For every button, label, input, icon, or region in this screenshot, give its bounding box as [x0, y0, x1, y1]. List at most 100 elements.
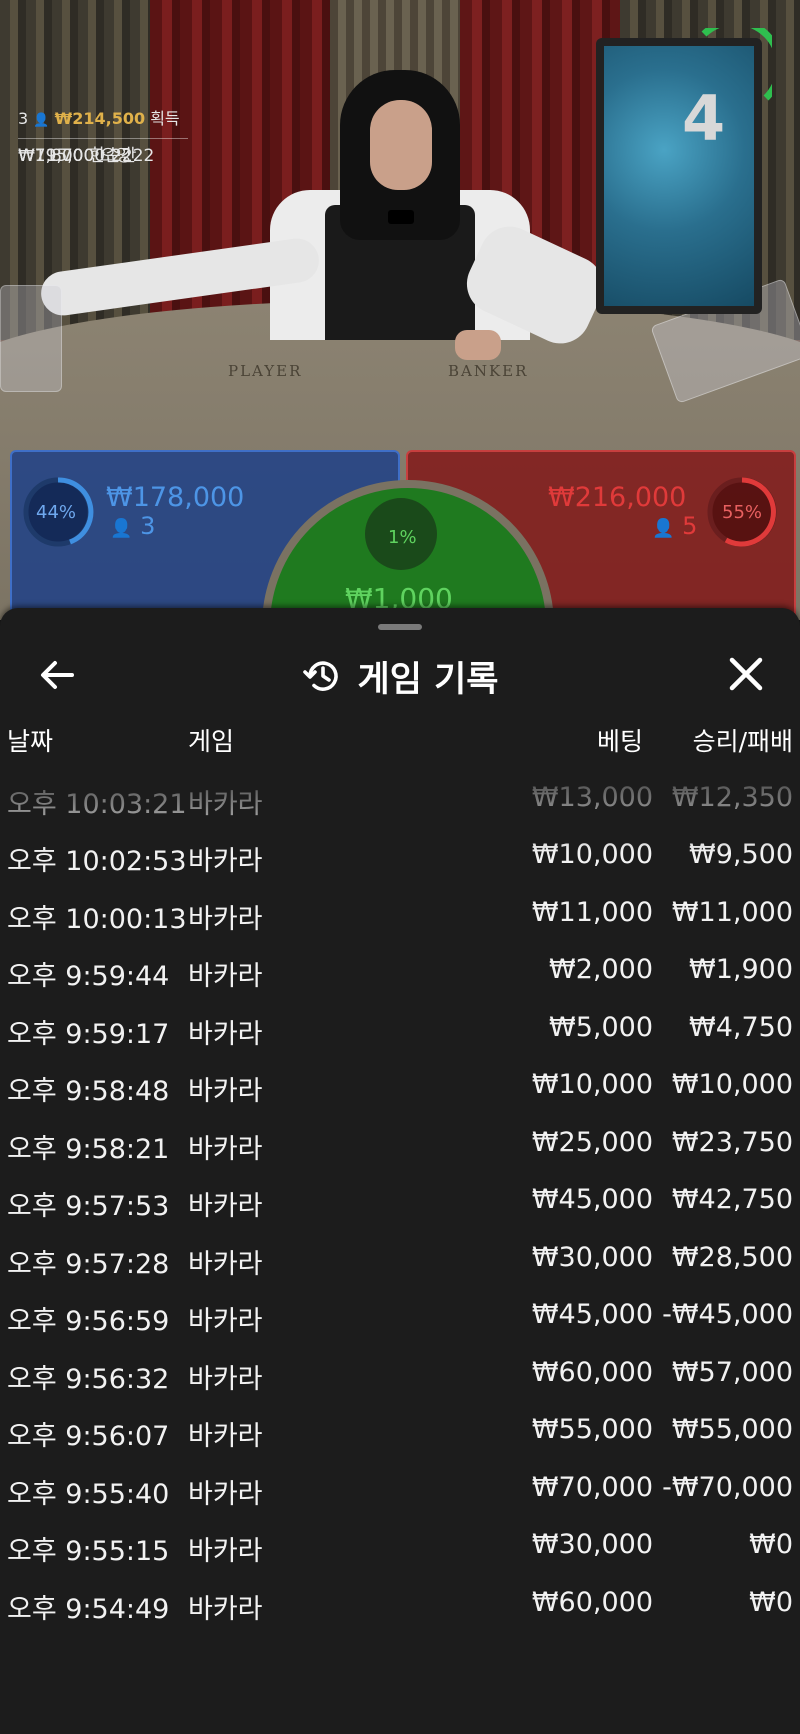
history-row[interactable]: 오후 9:58:48 바카라 ₩10,000 ₩10,000	[0, 1057, 800, 1114]
row-result: ₩55,000	[671, 1414, 793, 1445]
row-game: 바카라	[188, 1478, 263, 1510]
row-result: -₩70,000	[662, 1471, 793, 1503]
row-bet: ₩13,000	[531, 781, 653, 813]
row-bet: ₩30,000	[531, 1529, 653, 1560]
row-result: ₩4,750	[689, 1011, 793, 1043]
row-game: 바카라	[188, 1076, 263, 1107]
winners-leaderboard: 3 👤 ₩214,500 획득 ₩195,000 2222 ₩11,700 오잉 ₩…	[18, 104, 188, 166]
leaderboard-top: 3 👤 ₩214,500 획득	[18, 104, 188, 136]
history-row[interactable]: 오후 9:56:07 바카라 ₩55,000 ₩55,000	[0, 1402, 800, 1459]
row-date: 오후 9:57:28	[7, 1248, 170, 1280]
row-bet: ₩45,000	[531, 1299, 653, 1330]
table-player-label: PLAYER	[228, 362, 303, 380]
row-date: 오후 9:55:40	[7, 1478, 170, 1510]
row-date: 오후 9:57:53	[7, 1191, 170, 1222]
row-game: 바카라	[188, 903, 263, 935]
row-result: ₩42,750	[671, 1184, 793, 1215]
banker-bettors: 👤 5	[652, 512, 697, 540]
dealer-hand	[455, 330, 501, 360]
tie-percent: 1%	[388, 527, 417, 548]
person-icon: 👤	[652, 518, 675, 539]
dealer-bowtie	[388, 210, 414, 224]
history-row[interactable]: 오후 10:00:13 바카라 ₩11,000 ₩11,000	[0, 885, 800, 942]
player-bet-amount: ₩178,000	[106, 482, 245, 513]
row-bet: ₩5,000	[549, 1011, 653, 1043]
history-row[interactable]: 오후 9:56:59 바카라 ₩45,000 -₩45,000	[0, 1287, 800, 1344]
person-icon: 👤	[110, 518, 133, 539]
game-history-sheet: 게임 기록 날짜 게임 베팅 승리/패배 오후 10:03:49바카라₩6,00…	[0, 608, 800, 1734]
row-date: 오후 9:54:49	[7, 1593, 170, 1625]
history-row[interactable]: 오후 9:59:17 바카라 ₩5,000 ₩4,750	[0, 1000, 800, 1057]
history-row[interactable]: 오후 9:56:32 바카라 ₩60,000 ₩57,000	[0, 1345, 800, 1402]
won-label: 획득	[150, 109, 180, 128]
sheet-drag-handle[interactable]	[378, 624, 422, 630]
row-date: 오후 10:00:13	[7, 903, 187, 935]
row-date: 오후 9:56:32	[7, 1363, 170, 1395]
row-bet: ₩60,000	[531, 1586, 653, 1618]
row-bet: ₩10,000	[531, 839, 653, 870]
row-date: 오후 9:55:15	[7, 1536, 170, 1567]
column-header-date: 날짜	[7, 727, 54, 756]
history-icon	[302, 661, 338, 691]
row-bet: ₩60,000	[531, 1356, 653, 1388]
row-date: 오후 9:56:59	[7, 1306, 170, 1337]
player-bettor-count: 3	[140, 512, 156, 540]
row-result: ₩23,750	[671, 1126, 793, 1158]
history-row[interactable]: 오후 9:54:49 바카라 ₩60,000 ₩0	[0, 1575, 800, 1632]
entry-amount: ₩7,800	[18, 146, 84, 166]
card-shoe	[0, 285, 62, 392]
history-row[interactable]: 오후 9:57:28 바카라 ₩30,000 ₩28,500	[0, 1230, 800, 1287]
row-result: ₩1,900	[689, 954, 793, 985]
column-header-game: 게임	[188, 727, 235, 756]
history-row[interactable]: 오후 9:57:53 바카라 ₩45,000 ₩42,750	[0, 1172, 800, 1229]
row-result: ₩10,000	[671, 1069, 793, 1100]
history-row[interactable]: 오후 10:02:53 바카라 ₩10,000 ₩9,500	[0, 827, 800, 884]
live-video-stream: PLAYER BANKER 4 3 👤 ₩214,500 획득 ₩195,000…	[0, 0, 800, 620]
row-game: 바카라	[188, 1018, 263, 1050]
history-row[interactable]: 오후 10:03:21 바카라 ₩13,000 ₩12,350	[0, 770, 800, 827]
row-game: 바카라	[188, 762, 263, 763]
row-result: ₩57,000	[671, 1356, 793, 1388]
row-game: 바카라	[188, 1363, 263, 1395]
history-table-body[interactable]: 오후 10:03:49바카라₩6,000-₩6,000오후 10:03:21바카…	[0, 762, 800, 1734]
row-date: 오후 9:59:44	[7, 961, 170, 992]
row-result: ₩28,500	[671, 1241, 793, 1273]
history-row[interactable]: 오후 9:55:40 바카라 ₩70,000 -₩70,000	[0, 1460, 800, 1517]
row-bet: ₩2,000	[549, 954, 653, 985]
row-result: ₩12,350	[671, 781, 793, 813]
history-row[interactable]: 오후 10:03:49바카라₩6,000-₩6,000	[0, 762, 800, 769]
sheet-title: 게임 기록	[357, 659, 499, 700]
row-result: -₩45,000	[662, 1299, 793, 1330]
entry-name: 한순간	[89, 146, 137, 166]
row-bet: ₩10,000	[531, 1069, 653, 1100]
banker-bet-amount: ₩216,000	[548, 482, 687, 513]
history-row[interactable]: 오후 9:59:44 바카라 ₩2,000 ₩1,900	[0, 942, 800, 999]
row-game: 바카라	[188, 1306, 263, 1337]
row-bet: ₩30,000	[531, 1241, 653, 1273]
row-game: 바카라	[188, 788, 263, 820]
row-date: 오후 9:58:48	[7, 1076, 170, 1107]
row-date: 오후 9:56:07	[7, 1421, 170, 1452]
divider	[18, 138, 188, 139]
table-banker-label: BANKER	[448, 362, 529, 380]
row-game: 바카라	[188, 1133, 263, 1165]
row-result: ₩11,000	[671, 896, 793, 928]
sheet-header: 게임 기록	[0, 648, 800, 704]
winner-count: 3	[18, 109, 29, 128]
banker-bettor-count: 5	[682, 512, 698, 540]
player-percent: 44%	[36, 502, 77, 523]
row-game: 바카라	[188, 1191, 263, 1222]
row-date: 오후 10:03:49	[7, 762, 187, 763]
row-game: 바카라	[188, 1248, 263, 1280]
row-game: 바카라	[188, 1536, 263, 1567]
close-icon[interactable]	[724, 652, 768, 696]
row-date: 오후 9:58:21	[7, 1133, 170, 1165]
total-won-amount: ₩214,500	[54, 109, 146, 128]
history-row[interactable]: 오후 9:55:15 바카라 ₩30,000 ₩0	[0, 1517, 800, 1574]
leaderboard-entry: ₩7,800 한순간	[18, 141, 800, 198]
column-header-bet: 베팅	[596, 727, 643, 756]
row-bet: ₩55,000	[531, 1414, 653, 1445]
person-icon: 👤	[33, 113, 50, 128]
row-result: ₩0	[749, 1529, 793, 1560]
history-row[interactable]: 오후 9:58:21 바카라 ₩25,000 ₩23,750	[0, 1115, 800, 1172]
